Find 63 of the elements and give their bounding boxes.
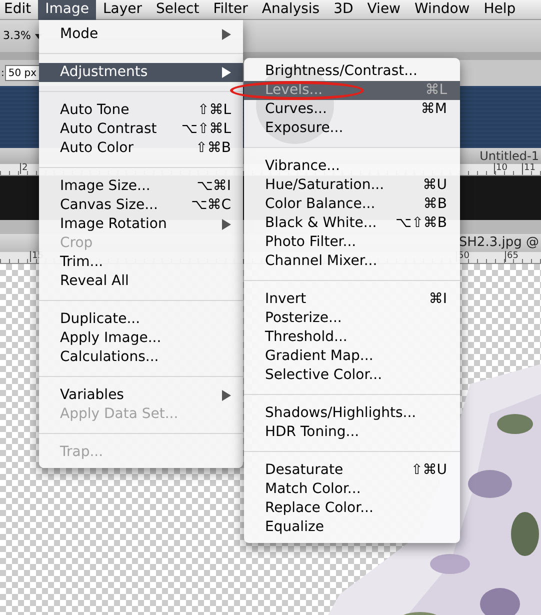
shortcut-label: ⌘M [420,100,447,119]
menu-item[interactable]: Shadows/Highlights... [244,404,460,423]
shortcut-label: ⌥⇧⌘L [181,120,231,139]
ruler-label: 11 [522,163,536,174]
menu-item[interactable]: Calculations... [39,348,243,367]
shortcut-label: ⌘B [423,195,447,214]
menu-bar-item[interactable]: Filter [206,0,255,20]
shortcut-label: ⌥⌘C [191,196,231,215]
menu-item[interactable]: Canvas Size... ⌥⌘C [39,196,243,215]
menu-item[interactable]: Gradient Map... [244,347,460,366]
menu-bar-item[interactable]: Help [476,0,523,20]
shortcut-label: ⇧⌘U [411,461,447,480]
ruler-label: 2 [20,163,28,174]
field-label: : [1,66,4,80]
menu-item[interactable]: Desaturate ⇧⌘U [244,461,460,480]
document-tab[interactable]: Untitled-1 [480,147,539,165]
menu-item[interactable]: Auto Tone ⇧⌘L [39,101,243,120]
menu-bar-item[interactable]: Layer [96,0,150,20]
shortcut-label: ⌘U [422,176,447,195]
shortcut-label: ⌥⇧⌘B [396,214,447,233]
menu-item[interactable]: Invert ⌘I [244,290,460,309]
menu-bar-item[interactable]: Image [38,0,96,20]
size-field[interactable]: 50 px [5,65,40,81]
menu-item[interactable]: Black & White... ⌥⇧⌘B [244,214,460,233]
menu-item[interactable]: Apply Image... [39,329,243,348]
menu-item[interactable]: Vibrance... [244,157,460,176]
menu-item[interactable]: Photo Filter... [244,233,460,252]
document-tab[interactable]: SH2.3.jpg @ [458,233,539,253]
menu-item[interactable]: Exposure... [244,119,460,138]
shortcut-label: ⌥⌘I [196,177,231,196]
menu-bar-item[interactable]: Select [149,0,206,20]
shortcut-label: ⇧⌘B [196,139,231,158]
menu-item[interactable]: Replace Color... [244,499,460,518]
menu-item[interactable]: Threshold... [244,328,460,347]
menu-bar-item[interactable]: 3D [326,0,360,20]
menu-item[interactable]: HDR Toning... [244,423,460,442]
ruler-label: 10 [494,163,508,174]
menu-item[interactable]: Auto Color ⇧⌘B [39,139,243,158]
shortcut-label: ⌘I [428,290,447,309]
menu-item[interactable]: Selective Color... [244,366,460,385]
menu-item[interactable]: Image Rotation [39,215,243,234]
menu-item[interactable]: Auto Contrast ⌥⇧⌘L [39,120,243,139]
menu-item[interactable]: Color Balance... ⌘B [244,195,460,214]
menu-item[interactable]: Variables [39,386,243,405]
menu-item[interactable]: Curves... ⌘M [244,100,460,119]
menu-bar-item[interactable]: Edit [0,0,38,20]
shortcut-label: ⌘L [425,81,447,100]
ruler-label: 65 [505,251,518,262]
zoom-label: 3.3% [3,28,31,44]
shortcut-label: ⇧⌘L [197,101,231,120]
menu-bar-item[interactable]: Analysis [254,0,327,20]
menu-item[interactable]: Brightness/Contrast... [244,62,460,81]
menu-item[interactable]: Reveal All [39,272,243,291]
menu-item[interactable]: Posterize... [244,309,460,328]
menu-item[interactable]: Adjustments [39,63,243,82]
menu-item[interactable]: Equalize [244,518,460,537]
menu-item[interactable]: Image Size... ⌥⌘I [39,177,243,196]
menu-bar-item[interactable]: Window [408,0,477,20]
menu-item[interactable]: Mode [39,25,243,44]
menu-item[interactable]: Match Color... [244,480,460,499]
menu-bar-item[interactable]: View [360,0,408,20]
menu-item[interactable]: Duplicate... [39,310,243,329]
menu-item[interactable]: Hue/Saturation... ⌘U [244,176,460,195]
